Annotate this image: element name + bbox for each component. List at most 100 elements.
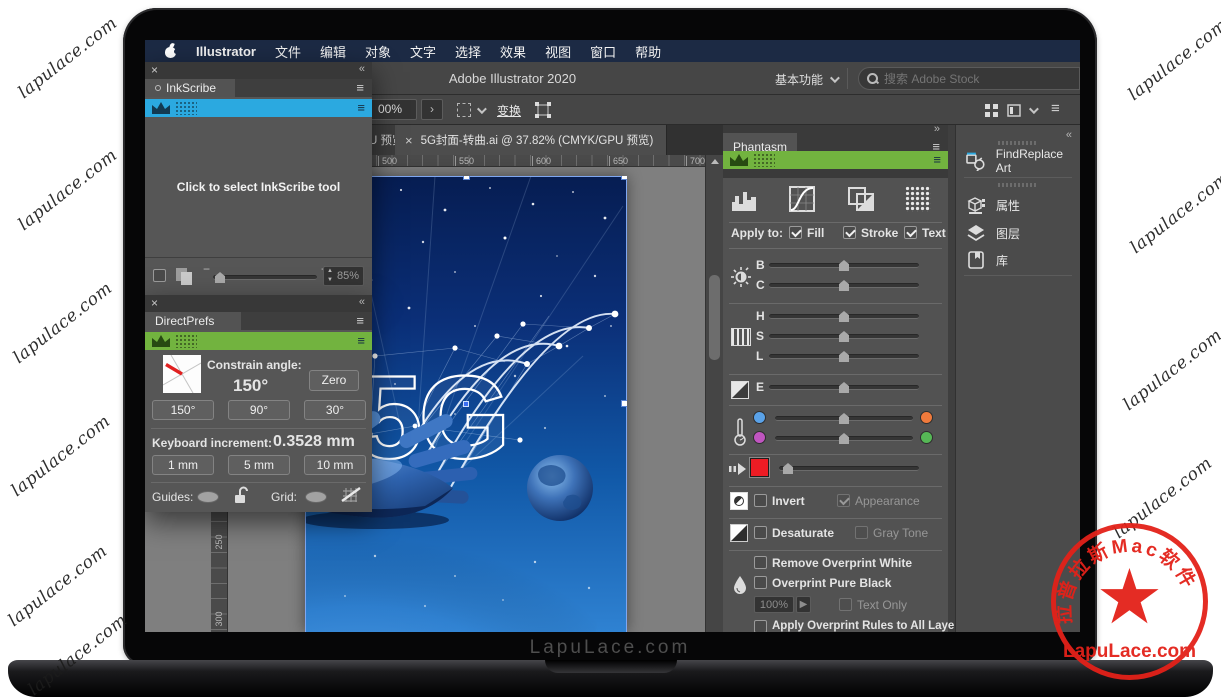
hue-slider[interactable] <box>769 314 919 319</box>
menu-item-window[interactable]: 窗口 <box>590 42 616 61</box>
panel-menu-icon[interactable]: ≡ <box>357 333 365 348</box>
angle-90-button[interactable]: 90° <box>228 400 290 420</box>
slider-thumb[interactable] <box>839 331 849 342</box>
halftone-icon[interactable] <box>905 186 931 212</box>
annotation-opacity-slider[interactable] <box>213 275 317 280</box>
desaturate-checkbox[interactable] <box>754 526 767 539</box>
arrange-docs-icon[interactable] <box>1007 104 1021 117</box>
panel-menu-icon[interactable]: ≡ <box>933 152 941 167</box>
slider-thumb[interactable] <box>839 382 849 393</box>
increment-5mm-button[interactable]: 5 mm <box>228 455 290 475</box>
close-icon[interactable]: × <box>151 63 158 77</box>
reset-bounds-icon[interactable] <box>535 102 551 118</box>
slider-thumb[interactable] <box>839 351 849 362</box>
menu-item-object[interactable]: 对象 <box>365 42 391 61</box>
inkscribe-accent-bar[interactable]: ≡ <box>145 99 372 117</box>
gray-tone-checkbox[interactable] <box>855 526 868 539</box>
temperature-slider[interactable] <box>775 416 913 421</box>
slider-thumb[interactable] <box>839 260 849 271</box>
annotations-checkbox[interactable] <box>153 269 166 282</box>
directprefs-accent-bar[interactable]: ≡ <box>145 332 372 350</box>
curves-icon[interactable] <box>789 186 815 212</box>
menu-item-edit[interactable]: 编辑 <box>320 42 346 61</box>
exposure-slider[interactable] <box>769 385 919 390</box>
stroke-checkbox[interactable] <box>843 226 856 239</box>
apply-all-layers-checkbox[interactable] <box>754 620 767 632</box>
arrange-grid-icon[interactable] <box>985 104 998 117</box>
collapse-dock-icon[interactable]: « <box>1066 129 1072 141</box>
chevron-down-icon[interactable] <box>1029 104 1039 114</box>
panel-menu-icon[interactable]: ≡ <box>357 100 365 115</box>
collapse-icon[interactable]: « <box>359 63 365 75</box>
lightness-slider[interactable] <box>769 354 919 359</box>
slider-thumb[interactable] <box>839 413 849 424</box>
dock-item-findreplace[interactable]: FindReplace Art <box>956 147 1080 175</box>
increment-1mm-button[interactable]: 1 mm <box>152 455 214 475</box>
text-only-checkbox[interactable] <box>839 598 852 611</box>
list-menu-icon[interactable]: ≡ <box>1051 100 1060 117</box>
zoom-step-button[interactable]: › <box>421 99 443 120</box>
tab-directprefs[interactable]: DirectPrefs <box>145 312 241 330</box>
adobe-stock-search[interactable] <box>858 67 1080 90</box>
text-checkbox[interactable] <box>904 226 917 239</box>
selection-handle[interactable] <box>621 176 627 180</box>
fill-checkbox[interactable] <box>789 226 802 239</box>
document-tab-active[interactable]: × 5G封面-转曲.ai @ 37.82% (CMYK/GPU 预览) <box>395 125 667 155</box>
drag-handle[interactable] <box>998 183 1038 187</box>
chevron-down-icon[interactable] <box>477 104 487 114</box>
pure-black-percent-field[interactable]: 100% <box>754 596 794 613</box>
zoom-stepper[interactable]: ▲ ▼ 85% <box>323 266 364 286</box>
appearance-checkbox[interactable] <box>837 494 850 507</box>
grid-visibility-icon[interactable] <box>305 491 327 503</box>
dock-item-layers[interactable]: 图层 <box>956 219 1080 247</box>
percent-stepper-button[interactable]: ▶ <box>796 596 811 613</box>
menu-item-type[interactable]: 文字 <box>410 42 436 61</box>
apple-icon[interactable] <box>165 44 177 58</box>
step-down-icon[interactable]: ▼ <box>327 276 333 285</box>
cool-color-button[interactable] <box>753 411 766 424</box>
duotone-icon[interactable] <box>847 186 875 212</box>
menu-item-select[interactable]: 选择 <box>455 42 481 61</box>
warm-color-button[interactable] <box>920 411 933 424</box>
menu-item-help[interactable]: 帮助 <box>635 42 661 61</box>
tint-slider[interactable] <box>775 436 913 441</box>
selection-handle[interactable] <box>621 400 627 407</box>
overprint-pure-black-checkbox[interactable] <box>754 576 767 589</box>
minus-icon[interactable]: − <box>203 262 210 276</box>
invert-checkbox[interactable] <box>754 494 767 507</box>
selection-handle[interactable] <box>463 176 470 180</box>
vertical-scrollbar[interactable] <box>705 155 723 632</box>
grid-snap-off-icon[interactable] <box>341 486 361 504</box>
saturation-slider[interactable] <box>769 334 919 339</box>
slider-thumb[interactable] <box>839 433 849 444</box>
drag-handle[interactable] <box>998 141 1038 145</box>
collapse-icon[interactable]: « <box>359 296 365 308</box>
panel-menu-icon[interactable]: ≡ <box>356 313 364 328</box>
colorize-swatch[interactable] <box>750 458 769 477</box>
menu-item-effect[interactable]: 效果 <box>500 42 526 61</box>
scroll-up-icon[interactable] <box>711 159 719 164</box>
close-icon[interactable]: × <box>151 296 158 310</box>
tab-inkscribe[interactable]: InkScribe <box>145 79 235 97</box>
menu-item-view[interactable]: 视图 <box>545 42 571 61</box>
contrast-slider[interactable] <box>769 283 919 288</box>
search-input[interactable] <box>884 72 1054 86</box>
step-up-icon[interactable]: ▲ <box>327 267 333 276</box>
transform-link[interactable]: 变换 <box>497 102 521 119</box>
increment-10mm-button[interactable]: 10 mm <box>304 455 366 475</box>
inkscribe-hint-area[interactable]: Click to select InkScribe tool <box>145 117 372 258</box>
colorize-slider[interactable] <box>779 466 919 471</box>
levels-icon[interactable] <box>731 188 757 212</box>
guides-unlock-icon[interactable] <box>233 486 249 504</box>
slider-thumb[interactable] <box>215 272 225 283</box>
slider-thumb[interactable] <box>783 463 793 474</box>
guides-visibility-icon[interactable] <box>197 491 219 503</box>
remove-overprint-white-checkbox[interactable] <box>754 556 767 569</box>
close-icon[interactable]: × <box>405 134 413 147</box>
zero-button[interactable]: Zero <box>309 370 359 391</box>
menu-item-file[interactable]: 文件 <box>275 42 301 61</box>
slider-thumb[interactable] <box>839 280 849 291</box>
angle-150-button[interactable]: 150° <box>152 400 214 420</box>
scrollbar-thumb[interactable] <box>709 275 720 360</box>
dock-item-libraries[interactable]: 库 <box>956 246 1080 274</box>
